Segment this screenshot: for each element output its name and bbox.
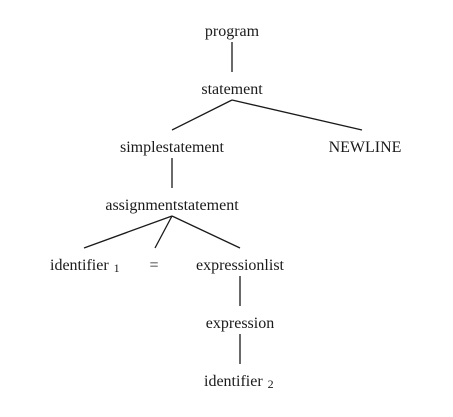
- identifier-2-label: identifier: [204, 373, 263, 390]
- node-assignmentstatement: assignmentstatement: [105, 197, 239, 214]
- node-statement: statement: [201, 81, 263, 98]
- edge-statement-simplestatement: [171, 99, 233, 131]
- identifier-1-subscript: 1: [114, 261, 120, 275]
- node-identifier-2: identifier 2: [204, 373, 274, 391]
- edge-assignmentstatement-identifier1: [83, 215, 173, 249]
- node-newline: NEWLINE: [329, 139, 402, 156]
- identifier-2-subscript: 2: [268, 377, 274, 391]
- node-identifier-1: identifier 1: [50, 257, 120, 275]
- parse-tree-diagram: program statement simplestatement NEWLIN…: [50, 23, 402, 391]
- node-expression: expression: [206, 315, 274, 332]
- node-simplestatement: simplestatement: [120, 139, 225, 156]
- identifier-1-label: identifier: [50, 257, 109, 274]
- node-program: program: [205, 23, 260, 40]
- edge-assignmentstatement-expressionlist: [171, 215, 241, 249]
- node-equals: =: [149, 257, 158, 274]
- node-expressionlist: expressionlist: [196, 257, 285, 274]
- edge-statement-newline: [231, 99, 363, 131]
